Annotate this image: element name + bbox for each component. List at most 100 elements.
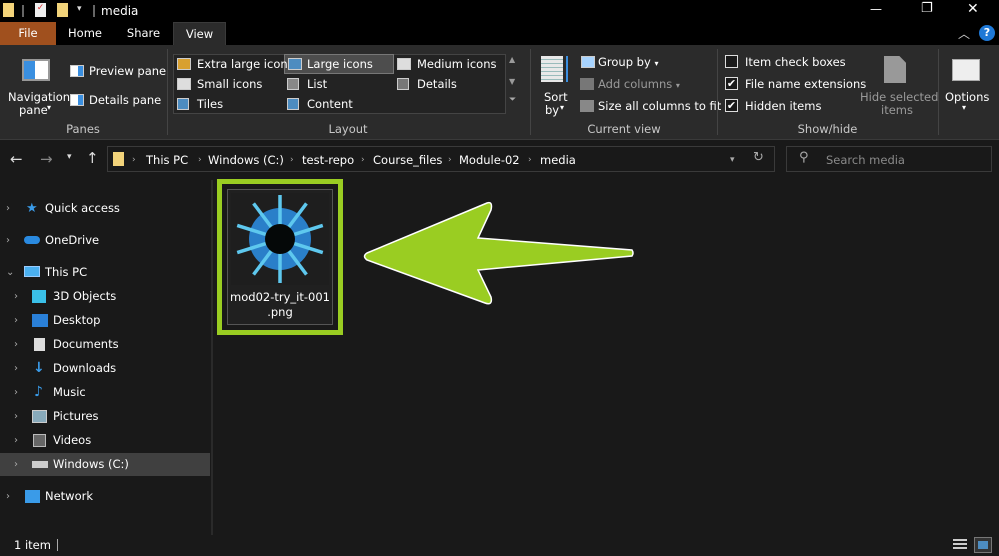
add-columns-icon	[580, 78, 594, 90]
separator	[530, 49, 531, 135]
chevron-right-icon[interactable]: ›	[14, 285, 18, 308]
hidden-items-checkbox[interactable]: ✔	[725, 99, 738, 112]
address-dropdown-button[interactable]: ▾	[730, 155, 735, 165]
tab-file[interactable]: File	[0, 22, 56, 45]
layout-large-icons[interactable]: Large icons	[307, 57, 373, 71]
size-all-columns-button[interactable]: Size all columns to fit	[598, 99, 721, 113]
search-icon: ⚲	[799, 150, 809, 165]
tiles-icon	[177, 98, 189, 110]
chevron-right-icon[interactable]: ›	[14, 309, 18, 332]
forward-button[interactable]: →	[40, 150, 53, 168]
item-check-boxes-checkbox[interactable]	[725, 55, 738, 68]
collapse-ribbon-icon[interactable]: ︿	[958, 25, 970, 42]
nav-downloads[interactable]: › ↓ Downloads	[0, 357, 210, 380]
cloud-icon	[24, 236, 40, 244]
layout-content[interactable]: Content	[307, 97, 353, 111]
chevron-right-icon[interactable]: ›	[14, 333, 18, 356]
layout-extra-large-icons[interactable]: Extra large icons	[197, 57, 294, 71]
nav-onedrive[interactable]: › OneDrive	[0, 229, 210, 252]
breadcrumb-module-02[interactable]: Module-02	[459, 153, 520, 167]
nav-label: Desktop	[53, 313, 101, 327]
hidden-items-label[interactable]: Hidden items	[745, 99, 821, 113]
hide-selected-items-button[interactable]: Hide selected	[860, 90, 938, 104]
title-bar: ✓ ▾ media — ❐ ✕	[0, 0, 999, 22]
help-icon[interactable]: ?	[979, 25, 995, 41]
breadcrumb-test-repo[interactable]: test-repo	[302, 153, 354, 167]
layout-medium-icons[interactable]: Medium icons	[417, 57, 496, 71]
details-pane-button[interactable]: Details pane	[89, 93, 161, 107]
chevron-right-icon[interactable]: ›	[6, 485, 10, 508]
sort-by-button-line2[interactable]: by	[545, 103, 559, 117]
options-button[interactable]: Options	[945, 90, 989, 104]
file-name-extensions-label[interactable]: File name extensions	[745, 77, 866, 91]
navigation-pane-button-line2[interactable]: pane	[19, 103, 48, 117]
size-columns-icon	[580, 100, 594, 112]
nav-3d-objects[interactable]: › 3D Objects	[0, 285, 210, 308]
customize-toolbar-icon[interactable]: ▾	[77, 4, 82, 14]
refresh-button[interactable]: ↻	[753, 150, 764, 165]
maximize-button[interactable]: ❐	[921, 1, 933, 16]
nav-label: Documents	[53, 337, 119, 351]
large-icons-view-button[interactable]	[974, 537, 992, 553]
layout-list[interactable]: List	[307, 77, 327, 91]
gallery-scroll-down[interactable]: ▼	[509, 77, 515, 86]
separator	[938, 49, 939, 135]
chevron-right-icon[interactable]: ›	[14, 405, 18, 428]
list-icon	[287, 78, 299, 90]
preview-pane-button[interactable]: Preview pane	[89, 64, 166, 78]
nav-windows-c[interactable]: › Windows (C:)	[0, 453, 210, 476]
nav-videos[interactable]: › Videos	[0, 429, 210, 452]
gallery-expand[interactable]: ⏷	[509, 95, 516, 105]
window-title: media	[101, 4, 139, 18]
nav-this-pc[interactable]: ⌄ This PC	[0, 261, 210, 284]
breadcrumb-course-files[interactable]: Course_files	[373, 153, 442, 167]
folder-icon	[3, 3, 14, 17]
close-button[interactable]: ✕	[967, 1, 979, 17]
breadcrumb-windows-c[interactable]: Windows (C:)	[208, 153, 284, 167]
layout-details[interactable]: Details	[417, 77, 457, 91]
chevron-right-icon[interactable]: ›	[6, 229, 10, 252]
details-view-button[interactable]	[953, 539, 967, 551]
tab-share[interactable]: Share	[114, 22, 173, 45]
breadcrumb-this-pc[interactable]: This PC	[146, 153, 188, 167]
gallery-scroll-up[interactable]: ▲	[509, 55, 515, 64]
chevron-right-icon[interactable]: ›	[6, 197, 10, 220]
chevron-right-icon[interactable]: ›	[14, 357, 18, 380]
item-check-boxes-label[interactable]: Item check boxes	[745, 55, 846, 69]
search-box[interactable]: ⚲ Search media	[786, 146, 992, 172]
network-icon	[25, 490, 40, 503]
minimize-button[interactable]: —	[870, 2, 882, 16]
new-folder-icon[interactable]	[57, 3, 68, 17]
layout-tiles[interactable]: Tiles	[197, 97, 223, 111]
nav-pictures[interactable]: › Pictures	[0, 405, 210, 428]
nav-music[interactable]: › ♪ Music	[0, 381, 210, 404]
file-name-extensions-checkbox[interactable]: ✔	[725, 77, 738, 90]
nav-quick-access[interactable]: › ★ Quick access	[0, 197, 210, 220]
nav-network[interactable]: › Network	[0, 485, 210, 508]
chevron-down-icon[interactable]: ⌄	[6, 261, 14, 284]
pictures-icon	[32, 410, 47, 423]
tab-home[interactable]: Home	[56, 22, 114, 45]
music-icon: ♪	[34, 384, 43, 400]
sort-by-button[interactable]: Sort	[544, 90, 568, 104]
tab-view[interactable]: View	[173, 22, 226, 45]
nav-documents[interactable]: › Documents	[0, 333, 210, 356]
nav-desktop[interactable]: › Desktop	[0, 309, 210, 332]
drive-icon	[32, 461, 48, 468]
recent-locations-button[interactable]: ▾	[67, 152, 72, 162]
navigation-pane-button[interactable]: Navigation	[8, 90, 70, 104]
properties-icon[interactable]: ✓	[35, 3, 46, 17]
hide-selected-items-button-line2[interactable]: items	[881, 103, 913, 117]
add-columns-button[interactable]: Add columns ▾	[598, 77, 680, 91]
up-button[interactable]: ↑	[86, 149, 99, 167]
chevron-right-icon[interactable]: ›	[14, 453, 18, 476]
back-button[interactable]: ←	[10, 150, 23, 168]
sort-by-icon	[541, 56, 563, 82]
address-bar[interactable]: › This PC › Windows (C:) › test-repo › C…	[107, 146, 775, 172]
layout-small-icons[interactable]: Small icons	[197, 77, 262, 91]
group-by-button[interactable]: Group by ▾	[598, 55, 658, 69]
search-input[interactable]: Search media	[826, 153, 905, 167]
breadcrumb-media[interactable]: media	[540, 153, 576, 167]
chevron-right-icon[interactable]: ›	[14, 429, 18, 452]
chevron-right-icon[interactable]: ›	[14, 381, 18, 404]
